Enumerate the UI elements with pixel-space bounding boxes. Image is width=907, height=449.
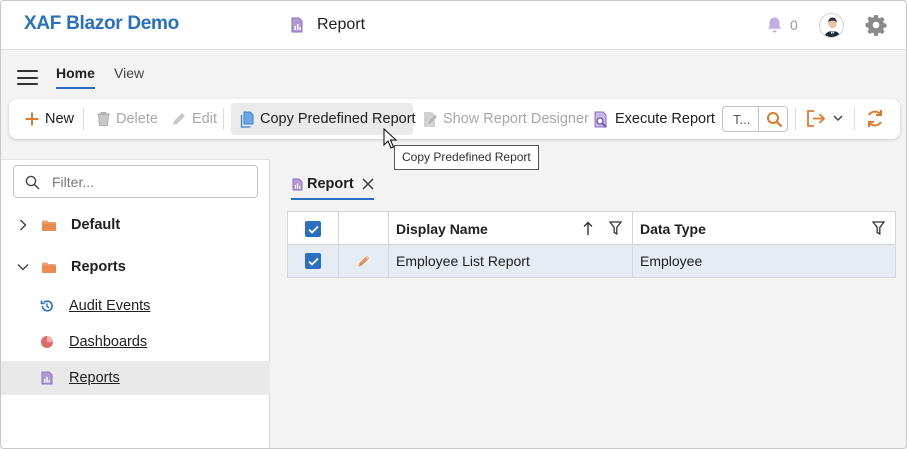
cell-data-type: Employee (640, 253, 703, 269)
sidebar-item-audit-events[interactable]: Audit Events (1, 289, 270, 323)
search-icon[interactable] (766, 111, 783, 128)
toolbar: New Delete Edit Copy Predefined Report S… (9, 99, 900, 139)
new-button-label: New (45, 111, 75, 127)
search-divider (758, 107, 759, 131)
execute-report-button[interactable]: Execute Report (593, 99, 715, 139)
execute-report-icon (594, 111, 607, 128)
copy-button-label: Copy Predefined Report (260, 111, 416, 127)
show-designer-label: Show Report Designer (443, 111, 589, 127)
filter-input[interactable] (52, 173, 247, 191)
plus-icon (25, 112, 39, 126)
report-icon (291, 17, 303, 33)
show-report-designer-button[interactable]: Show Report Designer (423, 99, 589, 139)
toolbar-divider (83, 108, 84, 130)
grid-divider (388, 212, 389, 277)
toolbar-divider (223, 108, 224, 130)
app-window: XAF Blazor Demo Report 0 Home View New D… (0, 0, 907, 449)
sidebar-group-reports[interactable]: Reports (1, 250, 270, 284)
copy-icon (240, 111, 254, 128)
logout-icon[interactable] (806, 109, 826, 128)
chevron-down-icon[interactable] (833, 114, 843, 122)
refresh-icon[interactable] (865, 108, 885, 129)
cell-display-name: Employee List Report (396, 253, 530, 269)
sidebar-item-label: Audit Events (69, 298, 151, 314)
search-text: T... (733, 112, 751, 127)
filter-icon[interactable] (872, 221, 885, 235)
column-header-display-name[interactable]: Display Name (396, 221, 488, 237)
mouse-cursor-icon (383, 128, 397, 149)
edit-button-label: Edit (192, 111, 217, 127)
edit-pencil-icon[interactable] (357, 254, 371, 268)
bell-icon[interactable] (766, 16, 783, 34)
designer-icon (424, 111, 437, 127)
active-tab-indicator (291, 198, 374, 200)
app-title[interactable]: XAF Blazor Demo (24, 13, 179, 35)
grid-divider (338, 212, 339, 277)
trash-icon (97, 112, 110, 126)
column-header-data-type[interactable]: Data Type (640, 221, 706, 237)
sidebar-item-label: Reports (69, 370, 120, 386)
toolbar-divider (854, 108, 855, 130)
folder-icon (42, 220, 56, 231)
sidebar-group-label: Reports (71, 259, 126, 275)
history-icon (40, 300, 53, 312)
edit-button[interactable]: Edit (171, 99, 217, 139)
grid-header: Display Name Data Type (288, 212, 895, 245)
sidebar-item-dashboards[interactable]: Dashboards (1, 325, 270, 359)
sidebar-item-label: Dashboards (69, 334, 148, 350)
folder-icon (42, 262, 56, 273)
new-button[interactable]: New (24, 99, 74, 139)
menu-icon[interactable] (17, 70, 38, 85)
sort-ascending-icon[interactable] (583, 221, 593, 236)
pencil-icon (173, 113, 185, 125)
filter-icon[interactable] (609, 221, 622, 235)
report-grid: Display Name Data Type Employee List Rep… (287, 211, 896, 278)
toolbar-search[interactable]: T... (722, 106, 788, 132)
gear-icon[interactable] (865, 14, 887, 36)
chevron-right-icon[interactable] (19, 219, 27, 231)
select-all-checkbox[interactable] (305, 221, 321, 237)
delete-button-label: Delete (116, 111, 158, 127)
page-title: Report (317, 16, 366, 33)
tab-home[interactable]: Home (56, 65, 95, 89)
document-tab-label: Report (307, 176, 354, 192)
sidebar-item-reports[interactable]: Reports (1, 361, 270, 395)
sidebar-group-default[interactable]: Default (1, 208, 270, 242)
navigation-panel: Default Reports Audit Events Dashboards … (1, 159, 270, 448)
checkmark-icon (307, 225, 319, 234)
row-checkbox[interactable] (305, 253, 321, 269)
checkmark-icon (307, 257, 319, 266)
tooltip: Copy Predefined Report (394, 145, 539, 170)
user-avatar[interactable] (819, 13, 844, 38)
tab-view[interactable]: View (114, 65, 144, 81)
close-icon[interactable] (362, 178, 374, 190)
chevron-down-icon[interactable] (17, 263, 29, 271)
top-header: XAF Blazor Demo Report 0 (1, 1, 906, 50)
table-row[interactable]: Employee List Report Employee (288, 245, 895, 277)
execute-button-label: Execute Report (615, 111, 715, 127)
report-icon (41, 371, 53, 385)
notification-count: 0 (790, 17, 798, 33)
toolbar-divider (795, 108, 796, 130)
pie-chart-icon (41, 336, 53, 348)
filter-box[interactable] (13, 165, 258, 198)
sidebar-group-label: Default (71, 217, 121, 233)
document-tab-report[interactable]: Report (292, 167, 374, 201)
delete-button[interactable]: Delete (96, 99, 158, 139)
search-icon (25, 175, 40, 190)
report-icon (292, 178, 303, 190)
grid-divider (632, 212, 633, 277)
